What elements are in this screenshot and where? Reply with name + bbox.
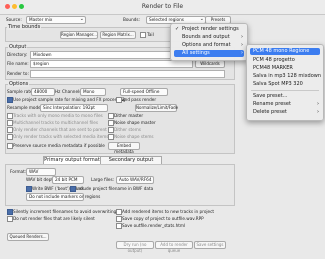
dry-run-button[interactable]: Dry run (no output): [116, 241, 154, 253]
menu-item-bounds-and-output[interactable]: Bounds and output ›: [174, 34, 244, 41]
noise-master-label: Noise shape master: [114, 120, 156, 125]
render-to-input[interactable]: [30, 70, 225, 78]
format-value: WAV: [29, 169, 39, 174]
preset-item[interactable]: PCM48 MARKER: [250, 65, 320, 72]
region-manager-button[interactable]: Region Manager...: [60, 31, 98, 39]
output-title: Output: [8, 44, 28, 50]
source-label: Source:: [6, 17, 22, 22]
file-name-input[interactable]: $region: [30, 60, 193, 68]
directory-value: Mixdown: [33, 52, 52, 57]
only-sent-parent-label: Only render channels that are sent to pa…: [13, 127, 107, 132]
channels-select[interactable]: Mono: [80, 88, 106, 96]
file-name-value: $region: [33, 61, 49, 66]
dither-stems-label: Dither stems: [114, 127, 141, 132]
source-value: Master mix: [29, 17, 53, 22]
markers-select[interactable]: Do not include markers or regions: [26, 193, 100, 201]
only-selected-items-label: Only render tracks with selected media i…: [13, 134, 109, 139]
format-label: Format:: [10, 169, 27, 174]
include-filename-label: Include project filename in BWF data: [76, 186, 154, 191]
all-settings-submenu: PCM 48 mono Regione PCM 48 progetto PCM4…: [246, 44, 324, 121]
save-preset-item[interactable]: Save preset...: [250, 93, 320, 100]
source-select[interactable]: Master mix ⌄: [26, 16, 86, 24]
menu-item-project-render-settings[interactable]: ✓ Project render settings: [174, 26, 244, 33]
hz-label: Hz: [55, 89, 61, 94]
render-speed-select[interactable]: Full-speed Offline: [120, 88, 168, 96]
resample-label: Resample mode:: [7, 105, 43, 110]
silently-increment-label: Silently increment filenames to avoid ov…: [13, 209, 117, 214]
large-files-label: Large files:: [91, 177, 115, 182]
sample-rate-label: Sample rate:: [7, 89, 34, 94]
resample-select[interactable]: Sinc Interpolation: 192pt: [40, 104, 108, 112]
preset-item[interactable]: Salva in mp3 128 mixdown: [250, 73, 321, 80]
second-pass-label: 2nd pass render: [122, 97, 157, 102]
large-files-select[interactable]: Auto WAV/RF64: [116, 176, 154, 184]
sample-rate-value: 48000: [34, 89, 48, 94]
menu-item-all-settings[interactable]: All settings ›: [174, 50, 244, 57]
chevron-down-icon: ⌄: [79, 16, 84, 22]
save-copy-label: Save copy of project to outfile.wav.RPP: [122, 216, 204, 221]
chevron-right-icon: ›: [241, 50, 243, 56]
render-speed-value: Full-speed Offline: [123, 89, 160, 94]
chevron-right-icon: ›: [241, 42, 243, 48]
multichannel-label: Multichannel tracks to multichannel file…: [13, 120, 99, 125]
format-select[interactable]: WAV: [26, 168, 56, 176]
sample-rate-select[interactable]: 48000: [31, 88, 55, 96]
delete-preset-item[interactable]: Delete preset ›: [250, 109, 320, 116]
queued-renders-button[interactable]: Queued Renders...: [7, 233, 49, 241]
wav-bit-depth-select[interactable]: 24 bit PCM: [52, 176, 84, 184]
region-matrix-button[interactable]: Region Matrix...: [100, 31, 136, 39]
checkmark-icon: ✓: [175, 26, 180, 32]
file-name-label: File name:: [7, 61, 29, 66]
chevron-right-icon: ›: [241, 34, 243, 40]
tracks-mono-label: Tracks with only mono media to mono file…: [13, 113, 103, 118]
chevron-right-icon: ›: [317, 101, 319, 107]
no-render-silent-label: Do not render files that are likely sile…: [13, 216, 95, 221]
render-to-label: Render to:: [7, 71, 29, 76]
tail-label: Tail: [147, 32, 154, 37]
noise-stems-label: Noise shape stems: [114, 134, 154, 139]
bounds-value: Selected regions: [149, 17, 184, 22]
preset-item[interactable]: PCM 48 progetto: [250, 57, 320, 64]
presets-menu: ✓ Project render settings Bounds and out…: [170, 23, 248, 61]
save-outfile-label: Save outfile.render_stats.html: [122, 223, 186, 228]
rename-preset-item[interactable]: Rename preset ›: [250, 101, 320, 108]
use-project-rate-label: Use project sample rate for mixing and F…: [13, 97, 126, 102]
options-title: Options: [8, 81, 30, 87]
channels-value: Mono: [83, 89, 95, 94]
bounds-label: Bounds:: [123, 17, 140, 22]
large-files-value: Auto WAV/RF64: [119, 177, 152, 182]
add-rendered-label: Add rendered items to new tracks in proj…: [122, 209, 215, 214]
tail-checkbox[interactable]: [140, 32, 146, 38]
chevron-right-icon: ›: [317, 109, 319, 115]
wav-bit-depth-value: 24 bit PCM: [55, 177, 78, 182]
menu-item-options-and-format[interactable]: Options and format ›: [174, 42, 244, 49]
directory-input[interactable]: Mixdown: [30, 51, 193, 59]
embed-metadata-button[interactable]: Embed metadata: [108, 142, 140, 154]
normalize-button[interactable]: Normalize/Limit/Fade: [135, 104, 178, 112]
chevron-down-icon: ⌄: [199, 16, 204, 22]
time-bounds-title: Time bounds: [7, 24, 42, 30]
title-bar: Render to File: [0, 0, 325, 15]
save-settings-button[interactable]: Save settings: [194, 241, 226, 249]
resample-value: Sinc Interpolation: 192pt: [43, 105, 95, 110]
wildcards-button[interactable]: Wildcards: [195, 60, 225, 68]
menu-divider: [251, 90, 319, 91]
markers-value: Do not include markers or regions: [29, 194, 101, 199]
preserve-metadata-label: Preserve source media metadata if possib…: [13, 143, 105, 148]
add-to-queue-button[interactable]: Add to render queue: [155, 241, 193, 253]
window-title: Render to File: [141, 3, 184, 10]
dither-master-label: Dither master: [114, 113, 144, 118]
preset-item[interactable]: PCM 48 mono Regione: [250, 48, 320, 55]
preset-item[interactable]: Salva Spot MP3 320: [250, 81, 320, 88]
directory-label: Directory:: [7, 52, 28, 57]
